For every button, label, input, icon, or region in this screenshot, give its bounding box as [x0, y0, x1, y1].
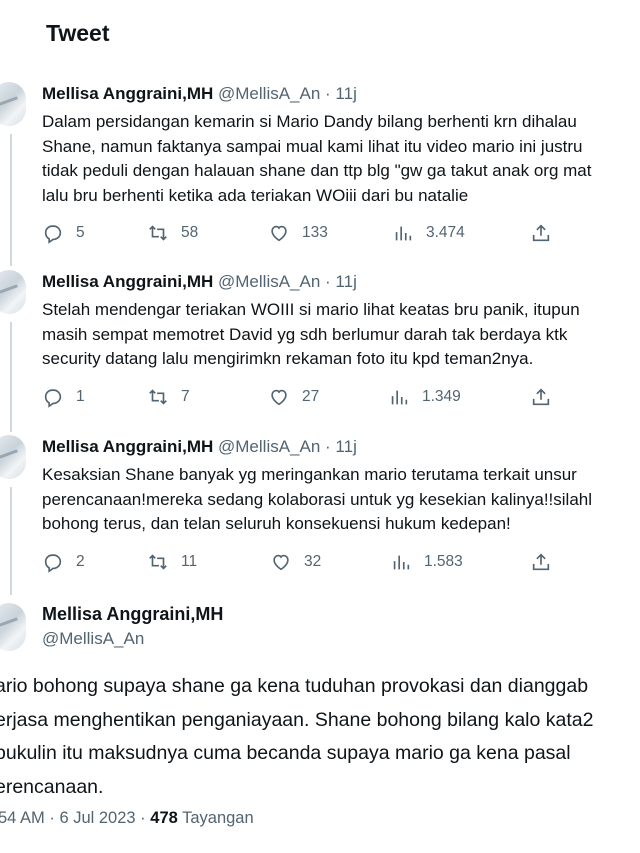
author-name[interactable]: Mellisa Anggraini,MH	[42, 84, 213, 103]
tweet-actions: 5 58 133 3.474	[42, 221, 602, 245]
reply-icon	[44, 225, 62, 244]
main-tweet-line: erjasa menghentikan penganiayaan. Shane …	[0, 708, 594, 731]
views-icon	[391, 390, 408, 405]
tweet-actions: 2 11 32 1.583	[42, 550, 602, 574]
views-count: 1.349	[422, 388, 461, 405]
tweet-line: lalu bru berhenti ketika ada teriakan WO…	[42, 185, 469, 205]
share-icon	[532, 224, 550, 242]
tweet-line: Kesaksian Shane banyak yg meringankan ma…	[42, 465, 577, 484]
avatar[interactable]	[0, 82, 26, 126]
tweet-meta: 54 AM · 6 Jul 2023 · 478 Tayangan	[0, 809, 254, 828]
tweet-text: Dalam persidangan kemarin si Mario Dandy…	[42, 110, 640, 208]
tweet-line: masih sempat memotret David yg sdh berlu…	[42, 324, 568, 344]
tweet-line: bohong terus, dan telan seluruh konsekue…	[42, 514, 511, 533]
thread-line	[10, 487, 12, 595]
main-tweet-line: pukulin itu maksudnya cuma becanda supay…	[0, 742, 571, 764]
like-button[interactable]: 32	[270, 550, 321, 574]
reply-count: 5	[76, 224, 85, 241]
retweet-button[interactable]: 58	[147, 221, 198, 245]
main-tweet-line: erencanaan.	[0, 775, 104, 798]
share-button[interactable]	[530, 550, 564, 574]
main-tweet-line: ario bohong supaya shane ga kena tuduhan…	[0, 675, 589, 697]
tweet-time[interactable]: · 11j	[325, 84, 357, 103]
retweet-icon	[149, 554, 167, 570]
tweet-timestamp[interactable]: 54 AM · 6 Jul 2023 ·	[0, 809, 146, 827]
like-icon	[271, 225, 287, 242]
reply-button[interactable]: 2	[42, 550, 85, 574]
author-handle[interactable]: @MellisA_An	[218, 437, 320, 456]
like-count: 27	[302, 388, 320, 405]
page-title: Tweet	[46, 20, 110, 46]
view-count: 478	[150, 809, 178, 827]
author-handle[interactable]: @MellisA_An	[218, 272, 320, 291]
tweet-line: perencanaan!mereka sedang kolaborasi unt…	[42, 489, 593, 509]
views-count: 3.474	[426, 224, 465, 241]
tweet-line: security datang lalu mengirimkn rekaman …	[42, 349, 534, 368]
share-button[interactable]	[530, 221, 564, 245]
like-button[interactable]: 27	[268, 385, 319, 409]
like-count: 32	[304, 553, 322, 570]
retweet-count: 7	[181, 388, 190, 405]
views-icon	[395, 226, 412, 241]
tweet-text: Kesaksian Shane banyak yg meringankan ma…	[42, 463, 640, 537]
share-icon	[532, 388, 550, 406]
tweet-header: Mellisa Anggraini,MH @MellisA_An · 11j	[42, 272, 357, 292]
tweet-text: Stelah mendengar teriakan WOIII si mario…	[42, 298, 640, 372]
views-button[interactable]: 1.583	[390, 550, 463, 574]
avatar[interactable]	[0, 270, 26, 314]
share-button[interactable]	[530, 385, 564, 409]
tweet-line: Stelah mendengar teriakan WOIII si mario…	[42, 300, 580, 319]
reply-button[interactable]: 5	[42, 221, 85, 245]
tweet-line: tidak peduli dengan halauan shane dan tt…	[42, 161, 592, 180]
reply-icon	[44, 389, 62, 408]
like-count: 133	[302, 224, 328, 241]
views-count: 1.583	[424, 553, 463, 570]
views-button[interactable]: 1.349	[388, 385, 461, 409]
author-name[interactable]: Mellisa Anggraini,MH	[42, 272, 213, 291]
retweet-icon	[149, 225, 167, 241]
reply-count: 1	[76, 388, 85, 405]
author-name[interactable]: Mellisa Anggraini,MH	[42, 437, 213, 456]
like-icon	[271, 389, 287, 406]
tweet-line: Shane, namun faktanya sampai mual kami l…	[42, 136, 583, 156]
reply-button[interactable]: 1	[42, 385, 85, 409]
retweet-button[interactable]: 11	[147, 550, 197, 574]
tweet-time[interactable]: · 11j	[325, 272, 357, 291]
main-author-handle[interactable]: @MellisA_An	[42, 629, 144, 649]
retweet-button[interactable]: 7	[147, 385, 190, 409]
reply-icon	[44, 554, 62, 573]
views-button[interactable]: 3.474	[392, 221, 465, 245]
avatar[interactable]	[0, 435, 26, 479]
tweet-time[interactable]: · 11j	[325, 437, 357, 456]
like-icon	[273, 554, 289, 571]
tweet-line: Dalam persidangan kemarin si Mario Dandy…	[42, 112, 577, 131]
views-icon	[393, 555, 410, 570]
view-label: Tayangan	[182, 809, 254, 827]
tweet-header: Mellisa Anggraini,MH @MellisA_An · 11j	[42, 437, 357, 457]
main-author-name[interactable]: Mellisa Anggraini,MH	[42, 604, 223, 625]
like-button[interactable]: 133	[268, 221, 328, 245]
reply-count: 2	[76, 553, 85, 570]
thread-line	[10, 322, 12, 432]
tweet-header: Mellisa Anggraini,MH @MellisA_An · 11j	[42, 84, 357, 104]
retweet-count: 11	[181, 553, 198, 570]
retweet-count: 58	[181, 224, 199, 241]
main-tweet-text: ario bohong supaya shane ga kena tuduhan…	[0, 670, 640, 804]
author-handle[interactable]: @MellisA_An	[218, 84, 320, 103]
main-avatar[interactable]	[0, 603, 26, 651]
tweet-actions: 1 7 27 1.349	[42, 385, 602, 409]
retweet-icon	[149, 389, 167, 405]
share-icon	[532, 553, 550, 571]
thread-line	[10, 134, 12, 266]
